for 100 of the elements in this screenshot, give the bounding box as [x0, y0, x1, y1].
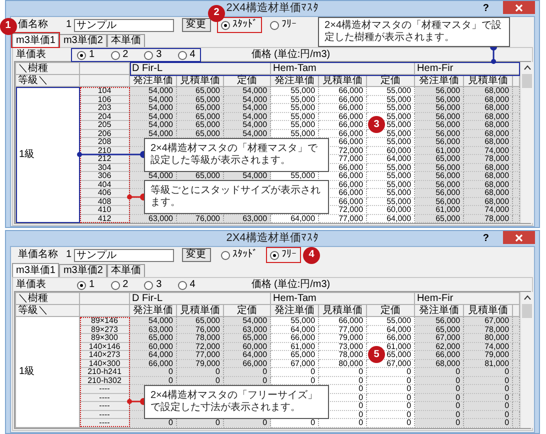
change-button[interactable]: 変更	[182, 248, 211, 262]
price-cell: 54,000	[130, 129, 176, 138]
radio-option[interactable]: 4	[176, 279, 198, 291]
price-cell: 55,000	[270, 129, 319, 138]
help-button[interactable]: ?	[482, 2, 490, 14]
price-cell: 76,000	[176, 325, 224, 334]
price-cell: 54,000	[224, 112, 271, 120]
price-cell: 60,000	[224, 342, 271, 350]
radio-option[interactable]: 4	[176, 49, 198, 61]
close-icon	[515, 234, 524, 242]
radio-option[interactable]: 1	[75, 279, 97, 291]
radio-option[interactable]: 3	[142, 49, 164, 61]
grade-cell: 1級	[16, 86, 80, 222]
name-label: 価名称	[18, 19, 49, 31]
price-cell: 66,000	[318, 95, 367, 104]
price-cell: 78,000	[464, 214, 513, 222]
radio-option[interactable]: ﾌﾘｰ	[268, 249, 299, 261]
scroll-up-icon	[524, 65, 531, 70]
price-cell: 77,000	[318, 214, 367, 222]
radio-option[interactable]: ｽﾀｯﾄﾞ	[218, 249, 260, 261]
radio-option[interactable]: ﾌﾘｰ	[268, 19, 299, 31]
scroll-thumb[interactable]	[522, 304, 532, 318]
tab[interactable]: m3単価2	[59, 34, 107, 47]
tab[interactable]: m3単価2	[59, 264, 107, 277]
price-cell: 78,000	[464, 325, 513, 334]
tab[interactable]: m3単価1	[12, 33, 60, 47]
radio-option[interactable]: ｽﾀｯﾄﾞ	[218, 19, 260, 31]
price-cell: 54,000	[224, 129, 271, 138]
price-label: 価格 (単位:円/m3)	[251, 49, 330, 61]
price-cell: 68,000	[464, 197, 513, 206]
price-cell: 64,000	[270, 325, 319, 334]
price-cell: 0	[270, 376, 319, 384]
price-cell: 63,000	[224, 325, 271, 334]
price-cell: 79,000	[176, 359, 224, 368]
table-label: 単価表	[16, 49, 47, 61]
column-header: 見積単価	[176, 304, 224, 316]
close-button[interactable]	[503, 231, 536, 244]
price-cell: 0	[366, 393, 415, 402]
column-header: 発注単価	[130, 304, 176, 316]
price-cell: 60,000	[130, 342, 176, 350]
radio-option[interactable]: 1	[75, 49, 97, 61]
price-cell: 55,000	[366, 95, 415, 104]
price-cell: 61,000	[270, 342, 319, 350]
price-cell: 67,000	[270, 359, 319, 368]
price-cell: 0	[318, 376, 367, 384]
corner-header: 等級＼	[16, 74, 80, 86]
name-field[interactable]: サンプル	[74, 248, 174, 262]
change-button[interactable]: 変更	[182, 18, 211, 32]
close-button[interactable]	[503, 1, 536, 14]
price-cell: 81,000	[464, 359, 513, 368]
species-header: Hem-Fir	[414, 292, 520, 304]
radio-option[interactable]: 2	[108, 49, 130, 61]
help-button[interactable]: ?	[482, 232, 490, 244]
price-cell: 68,000	[464, 112, 513, 120]
column-header: 発注単価	[270, 304, 319, 316]
tab[interactable]: 本単価	[106, 264, 145, 277]
price-cell: 65,000	[414, 325, 464, 334]
price-cell: 55,000	[366, 197, 415, 206]
scroll-thumb[interactable]	[522, 74, 532, 88]
price-cell: 0	[464, 393, 513, 402]
price-cell: 73,000	[318, 342, 367, 350]
scrollbar[interactable]	[520, 292, 534, 428]
price-cell: 64,000	[366, 325, 415, 334]
column-header: 見積単価	[464, 304, 513, 316]
price-cell: 65,000	[176, 112, 224, 120]
price-cell: 64,000	[270, 214, 319, 222]
price-cell: 56,000	[414, 95, 464, 104]
callout-box: 2×4構造材マスタの「材種マスタ」で設定した等級が表示されます。	[144, 138, 329, 172]
price-cell: 65,000	[414, 214, 464, 222]
price-cell: 60,000	[366, 146, 415, 154]
callout-box: 2×4構造材マスタの「フリーサイズ」で設定した寸法が表示されます。	[144, 384, 329, 418]
price-cell: 74,000	[464, 146, 513, 154]
radio-option[interactable]: 2	[108, 279, 130, 291]
price-cell: 65,000	[176, 95, 224, 104]
tab[interactable]: 本単価	[106, 34, 145, 47]
price-cell: 80,000	[318, 359, 367, 368]
tab[interactable]: m3単価1	[12, 263, 60, 277]
price-cell: 0	[224, 376, 271, 384]
price-cell: 0	[414, 376, 464, 384]
scrollbar[interactable]	[520, 62, 534, 223]
price-cell: 66,000	[130, 359, 176, 368]
price-label: 価格 (単位:円/m3)	[251, 279, 330, 291]
price-cell: 68,000	[464, 163, 513, 172]
price-cell: 54,000	[224, 95, 271, 104]
price-cell: 56,000	[414, 163, 464, 172]
corner-header: 等級＼	[16, 304, 80, 316]
column-header: 定価	[224, 304, 271, 316]
price-cell: 0	[464, 376, 513, 384]
price-cell: 55,000	[366, 163, 415, 172]
price-cell: 56,000	[414, 180, 464, 188]
price-cell: 65,000	[176, 129, 224, 138]
price-cell: 62,000	[414, 342, 464, 350]
radio-option[interactable]: 3	[142, 279, 164, 291]
species-header: D Fir-L	[130, 292, 271, 304]
price-cell: 72,000	[176, 342, 224, 350]
price-cell: 63,000	[130, 214, 176, 222]
record-number: 1	[66, 19, 72, 31]
highlight-frame	[266, 247, 301, 263]
record-number: 1	[66, 249, 72, 261]
price-cell: 55,000	[270, 95, 319, 104]
